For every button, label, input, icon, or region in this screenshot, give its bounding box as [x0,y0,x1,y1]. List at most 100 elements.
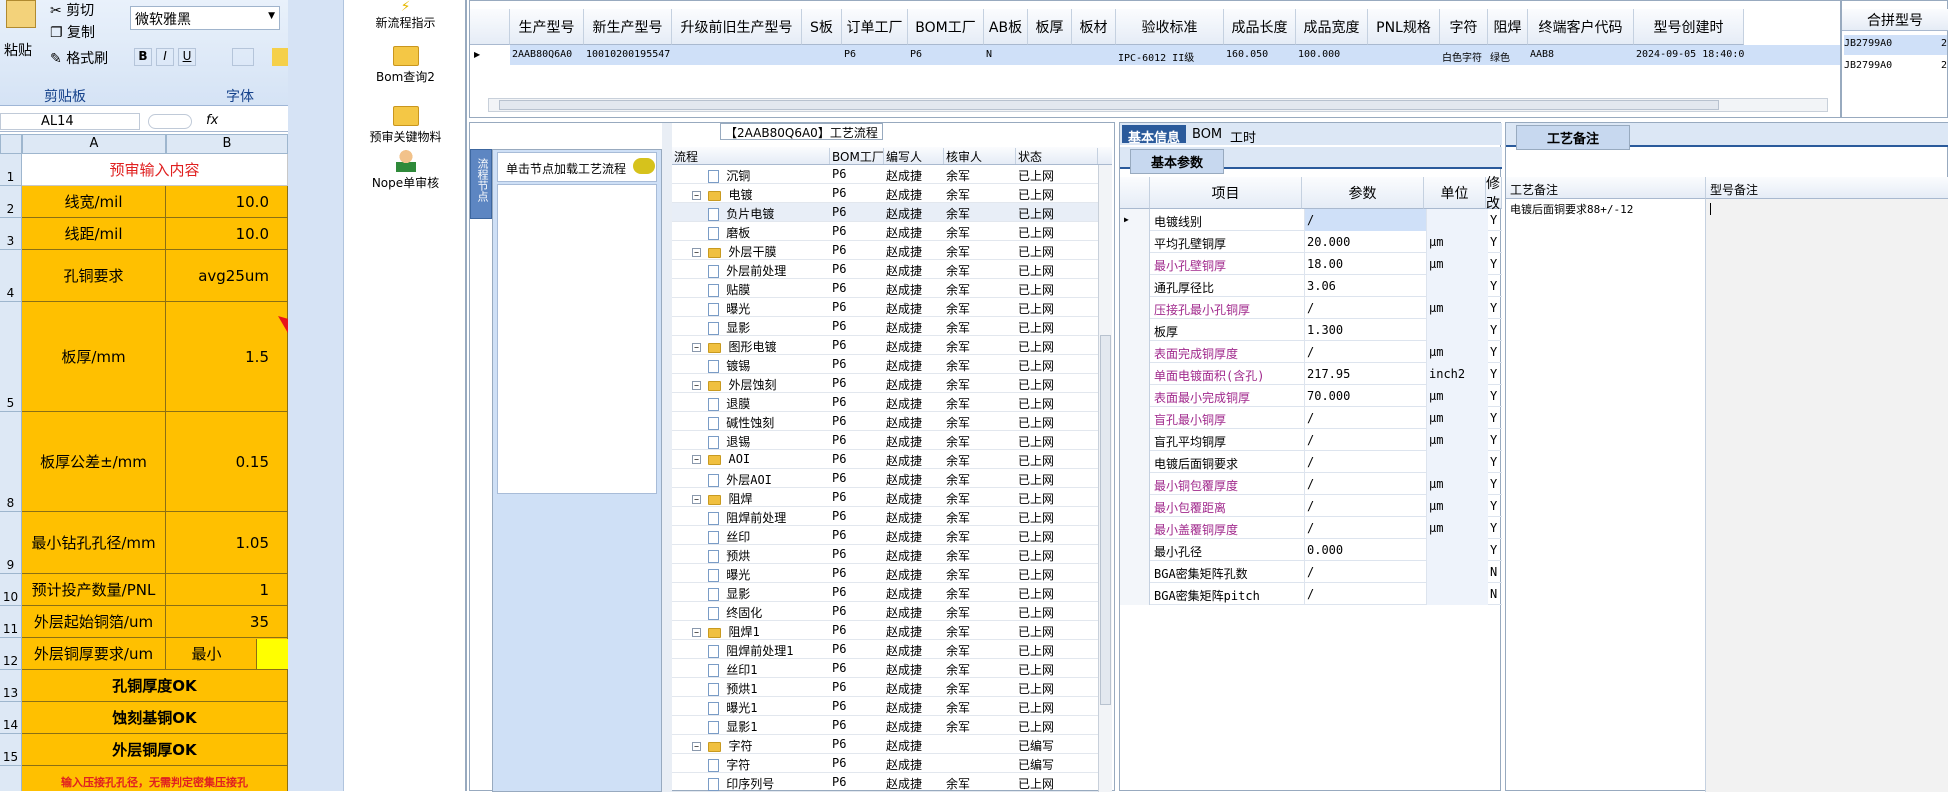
param-row[interactable]: 电镀后面铜要求 / Y [1120,451,1502,473]
tree-node[interactable]: 显影 [708,319,828,336]
param-modifiable[interactable]: Y [1490,477,1504,491]
column-header[interactable]: 单位 [1424,177,1486,209]
cut-button[interactable]: ✂ 剪切 [50,0,94,20]
param-row[interactable]: 通孔厚径比 3.06 Y [1120,275,1502,297]
tree-node[interactable]: 显影1 [708,718,828,735]
tree-row[interactable]: 丝印1 P6 赵成捷 余军 已上网 [672,659,1098,678]
label-cell[interactable]: 最小钻孔孔径/mm [22,512,166,574]
param-modifiable[interactable]: Y [1490,345,1504,359]
param-row[interactable]: 最小铜包覆厚度 / μm Y [1120,473,1502,495]
tree-node[interactable]: 曝光1 [708,699,828,716]
param-row[interactable]: ▶ 电镀线别 / Y [1120,209,1502,231]
tab-bom[interactable]: BOM [1186,125,1228,143]
label-cell[interactable]: 线宽/mil [22,186,166,218]
tree-row[interactable]: 贴膜 P6 赵成捷 余军 已上网 [672,279,1098,298]
tree-node[interactable]: 丝印 [708,528,828,545]
param-unit[interactable]: μm [1426,429,1488,451]
table-cell[interactable]: 2024-09-05 18:40:05 [1634,49,1744,60]
row-header[interactable]: 9 [0,512,22,574]
param-row[interactable]: 表面最小完成铜厚 70.000 μm Y [1120,385,1502,407]
tree-row[interactable]: 外层前处理 P6 赵成捷 余军 已上网 [672,260,1098,279]
scrollbar-thumb[interactable] [1100,335,1111,705]
param-row[interactable]: 表面完成铜厚度 / μm Y [1120,341,1502,363]
table-cell[interactable]: 100.000 [1296,49,1368,60]
font-name-select[interactable]: 微软雅黑 ▼ [130,6,280,30]
param-unit[interactable] [1426,539,1488,561]
label-cell[interactable]: 板厚/mm [22,302,166,412]
shortcut-item[interactable]: Bom查询2 [344,46,467,85]
expander-icon[interactable]: − [692,628,701,637]
tree-node[interactable]: 沉铜 [708,167,828,184]
param-unit[interactable]: μm [1426,231,1488,253]
tree-node[interactable]: 显影 [708,585,828,602]
param-modifiable[interactable]: N [1490,587,1504,601]
paste-icon[interactable] [6,0,36,28]
tab-basic-info[interactable]: 基本信息 [1122,125,1187,146]
param-modifiable[interactable]: Y [1490,411,1504,425]
tree-node[interactable]: 曝光 [708,566,828,583]
param-row[interactable]: 板厚 1.300 Y [1120,319,1502,341]
param-unit[interactable]: μm [1426,297,1488,319]
column-header[interactable]: 参数 [1302,177,1424,209]
param-unit[interactable]: μm [1426,385,1488,407]
shortcut-item[interactable]: Nope单审核 [344,150,467,191]
tree-node[interactable]: 镀锡 [708,357,828,374]
tree-node[interactable]: 预烘1 [708,680,828,697]
format-painter-button[interactable]: ✎ 格式刷 [50,48,108,68]
param-unit[interactable]: μm [1426,473,1488,495]
process-remarks-textarea[interactable]: 电镀后面铜要求88+/-12 [1506,199,1706,792]
tree-node[interactable]: 贴膜 [708,281,828,298]
param-value[interactable]: / [1304,561,1426,583]
column-header[interactable]: 字符 [1440,9,1488,45]
formula-slider[interactable] [148,114,192,129]
tree-row[interactable]: 预烘 P6 赵成捷 余军 已上网 [672,545,1098,564]
table-cell[interactable]: P6 [908,49,984,60]
column-header[interactable]: 修改 [1486,176,1502,212]
column-header-b[interactable]: B [166,134,288,154]
param-modifiable[interactable]: Y [1490,521,1504,535]
note-cell[interactable]: 输入压接孔孔径，无需判定密集压接孔 [22,766,288,791]
table-cell[interactable]: 白色字符 [1440,49,1488,64]
tree-row[interactable]: − 字符 P6 赵成捷 已编写 [672,735,1098,754]
row-header[interactable]: 5 [0,302,22,412]
param-value[interactable]: 18.00 [1304,253,1426,275]
param-row[interactable]: 最小包覆距离 / μm Y [1120,495,1502,517]
param-row[interactable]: 盲孔平均铜厚 / μm Y [1120,429,1502,451]
sheet-title-cell[interactable]: 预审输入内容 [22,154,288,186]
tree-node[interactable]: 印序列号 [708,775,828,792]
param-unit[interactable] [1426,209,1488,231]
column-header[interactable]: BOM工厂 [830,148,884,164]
column-header[interactable]: 生产型号 [510,9,584,45]
tree-node[interactable]: − 图形电镀 [692,338,828,355]
tree-node[interactable]: 阻焊前处理1 [708,642,828,659]
param-value[interactable]: / [1304,473,1426,495]
copy-button[interactable]: ❐ 复制 [50,22,95,42]
expander-icon[interactable]: − [692,191,701,200]
tree-node[interactable]: 磨板 [708,224,828,241]
param-value[interactable]: 1.300 [1304,319,1426,341]
param-row[interactable]: 单面电镀面积(含孔) 217.95 inch2 Y [1120,363,1502,385]
param-modifiable[interactable]: Y [1490,499,1504,513]
tree-node[interactable]: 预烘 [708,547,828,564]
row-header[interactable]: 13 [0,670,22,702]
param-unit[interactable]: inch2 [1426,363,1488,385]
param-modifiable[interactable]: Y [1490,279,1504,293]
tree-row[interactable]: 退锡 P6 赵成捷 余军 已上网 [672,431,1098,450]
row-header[interactable]: 11 [0,606,22,638]
table-cell[interactable]: 10010200195547 [584,49,672,60]
tree-node[interactable]: 阻焊前处理 [708,509,828,526]
tree-row[interactable]: − 电镀 P6 赵成捷 余军 已上网 [672,184,1098,203]
param-row[interactable]: 盲孔最小铜厚 / μm Y [1120,407,1502,429]
tree-row[interactable]: − 阻焊1 P6 赵成捷 余军 已上网 [672,621,1098,640]
label-cell[interactable]: 外层起始铜箔/um [22,606,166,638]
param-value[interactable]: 20.000 [1304,231,1426,253]
column-header[interactable]: 成品长度 [1224,9,1296,45]
tree-row[interactable]: − AOI P6 赵成捷 余军 已上网 [672,450,1098,469]
tree-row[interactable]: 终固化 P6 赵成捷 余军 已上网 [672,602,1098,621]
param-unit[interactable] [1426,319,1488,341]
param-value[interactable]: / [1304,341,1426,363]
italic-button[interactable]: I [156,48,174,66]
param-unit[interactable] [1426,583,1488,605]
param-unit[interactable]: μm [1426,341,1488,363]
row-header[interactable]: 2 [0,186,22,218]
